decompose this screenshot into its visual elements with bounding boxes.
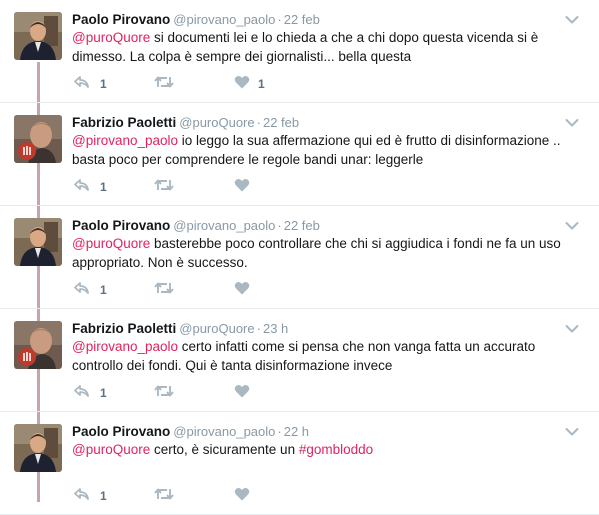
tweet-text-segment: certo, è sicuramente un bbox=[150, 442, 299, 457]
tweet[interactable]: Fabrizio Paoletti @puroQuore · 23 h @pirovan… bbox=[0, 309, 599, 412]
reply-button[interactable]: 1 bbox=[74, 281, 107, 299]
tweet[interactable]: Fabrizio Paoletti @puroQuore · 22 feb @pirov… bbox=[0, 103, 599, 206]
tweet-header: Fabrizio Paoletti @puroQuore · 23 h bbox=[72, 320, 569, 337]
author-name[interactable]: Paolo Pirovano bbox=[72, 218, 170, 233]
reply-button[interactable]: 1 bbox=[74, 384, 107, 402]
mention-link[interactable]: @pirovano_paolo bbox=[72, 133, 178, 148]
reply-count: 1 bbox=[100, 386, 107, 400]
like-button[interactable] bbox=[234, 487, 258, 505]
author-handle[interactable]: @puroQuore bbox=[179, 321, 254, 336]
retweet-icon bbox=[154, 281, 174, 300]
reply-count: 1 bbox=[100, 77, 107, 91]
author-name[interactable]: Fabrizio Paoletti bbox=[72, 115, 176, 130]
tweet-text: @pirovano_paolo io leggo la sua affermaz… bbox=[72, 132, 587, 169]
tweet-actions: 11 bbox=[72, 75, 372, 93]
tweet[interactable]: Paolo Pirovano @pirovano_paolo · 22 feb @pur… bbox=[0, 206, 599, 309]
like-count: 1 bbox=[258, 77, 265, 91]
tweet-timestamp[interactable]: 22 feb bbox=[284, 12, 320, 27]
chevron-down-icon[interactable] bbox=[565, 321, 579, 333]
reply-count: 1 bbox=[100, 283, 107, 297]
avatar[interactable] bbox=[14, 218, 62, 266]
tweet-text: @pirovano_paolo certo infatti come si pe… bbox=[72, 338, 587, 375]
tweet[interactable]: Paolo Pirovano @pirovano_paolo · 22 feb @pur… bbox=[0, 0, 599, 103]
like-button[interactable] bbox=[234, 178, 258, 196]
heart-icon bbox=[234, 384, 250, 403]
like-button[interactable] bbox=[234, 384, 258, 402]
reply-icon bbox=[74, 281, 90, 300]
reply-count: 1 bbox=[100, 180, 107, 194]
heart-icon bbox=[234, 178, 250, 197]
tweet[interactable]: Paolo Pirovano @pirovano_paolo · 22 h @puroQ… bbox=[0, 412, 599, 515]
author-name[interactable]: Paolo Pirovano bbox=[72, 424, 170, 439]
tweet-timestamp[interactable]: 22 feb bbox=[263, 115, 299, 130]
chevron-down-icon[interactable] bbox=[565, 424, 579, 436]
author-name[interactable]: Paolo Pirovano bbox=[72, 12, 170, 27]
tweet-timestamp[interactable]: 23 h bbox=[263, 321, 288, 336]
tweet-timestamp[interactable]: 22 feb bbox=[284, 218, 320, 233]
tweet-text: @puroQuore basterebbe poco controllare c… bbox=[72, 235, 587, 272]
separator-dot: · bbox=[277, 12, 282, 27]
reply-icon bbox=[74, 75, 90, 94]
heart-icon bbox=[234, 75, 250, 94]
retweet-icon bbox=[154, 75, 174, 94]
like-button[interactable] bbox=[234, 281, 258, 299]
tweet-timestamp[interactable]: 22 h bbox=[284, 424, 309, 439]
chevron-down-icon[interactable] bbox=[565, 115, 579, 127]
retweet-button[interactable] bbox=[154, 178, 186, 196]
retweet-button[interactable] bbox=[154, 75, 186, 93]
reply-count: 1 bbox=[100, 489, 107, 503]
retweet-icon bbox=[154, 178, 174, 197]
separator-dot: · bbox=[277, 424, 282, 439]
tweet-actions: 1 bbox=[72, 178, 372, 196]
tweet-actions: 1 bbox=[72, 281, 372, 299]
author-handle[interactable]: @pirovano_paolo bbox=[173, 218, 275, 233]
tweet-header: Paolo Pirovano @pirovano_paolo · 22 h bbox=[72, 423, 569, 440]
mention-link[interactable]: @puroQuore bbox=[72, 30, 150, 45]
retweet-button[interactable] bbox=[154, 487, 186, 505]
tweet-actions: 1 bbox=[72, 384, 372, 402]
tweet-actions: 1 bbox=[72, 487, 372, 505]
separator-dot: · bbox=[256, 115, 261, 130]
separator-dot: · bbox=[277, 218, 282, 233]
mention-link[interactable]: @puroQuore bbox=[72, 236, 150, 251]
chevron-down-icon[interactable] bbox=[565, 218, 579, 230]
tweet-text: @puroQuore certo, è sicuramente un #gomb… bbox=[72, 441, 587, 460]
conversation-timeline: Paolo Pirovano @pirovano_paolo · 22 feb @pur… bbox=[0, 0, 599, 515]
reply-icon bbox=[74, 384, 90, 403]
author-handle[interactable]: @puroQuore bbox=[179, 115, 254, 130]
reply-button[interactable]: 1 bbox=[74, 75, 107, 93]
avatar[interactable] bbox=[14, 115, 62, 163]
like-button[interactable]: 1 bbox=[234, 75, 265, 93]
tweet-header: Paolo Pirovano @pirovano_paolo · 22 feb bbox=[72, 11, 569, 28]
mention-link[interactable]: @puroQuore bbox=[72, 442, 150, 457]
retweet-icon bbox=[154, 384, 174, 403]
reply-button[interactable]: 1 bbox=[74, 178, 107, 196]
mention-link[interactable]: @pirovano_paolo bbox=[72, 339, 178, 354]
tweet-header: Paolo Pirovano @pirovano_paolo · 22 feb bbox=[72, 217, 569, 234]
chevron-down-icon[interactable] bbox=[565, 12, 579, 24]
retweet-button[interactable] bbox=[154, 281, 186, 299]
tweet-text: @puroQuore si documenti lei e lo chieda … bbox=[72, 29, 587, 66]
reply-icon bbox=[74, 487, 90, 506]
separator-dot: · bbox=[256, 321, 261, 336]
reply-button[interactable]: 1 bbox=[74, 487, 107, 505]
author-handle[interactable]: @pirovano_paolo bbox=[173, 424, 275, 439]
avatar[interactable] bbox=[14, 424, 62, 472]
author-handle[interactable]: @pirovano_paolo bbox=[173, 12, 275, 27]
author-name[interactable]: Fabrizio Paoletti bbox=[72, 321, 176, 336]
hashtag-link[interactable]: #gombloddo bbox=[299, 442, 373, 457]
heart-icon bbox=[234, 487, 250, 506]
heart-icon bbox=[234, 281, 250, 300]
retweet-button[interactable] bbox=[154, 384, 186, 402]
avatar[interactable] bbox=[14, 12, 62, 60]
avatar[interactable] bbox=[14, 321, 62, 369]
retweet-icon bbox=[154, 487, 174, 506]
reply-icon bbox=[74, 178, 90, 197]
tweet-header: Fabrizio Paoletti @puroQuore · 22 feb bbox=[72, 114, 569, 131]
